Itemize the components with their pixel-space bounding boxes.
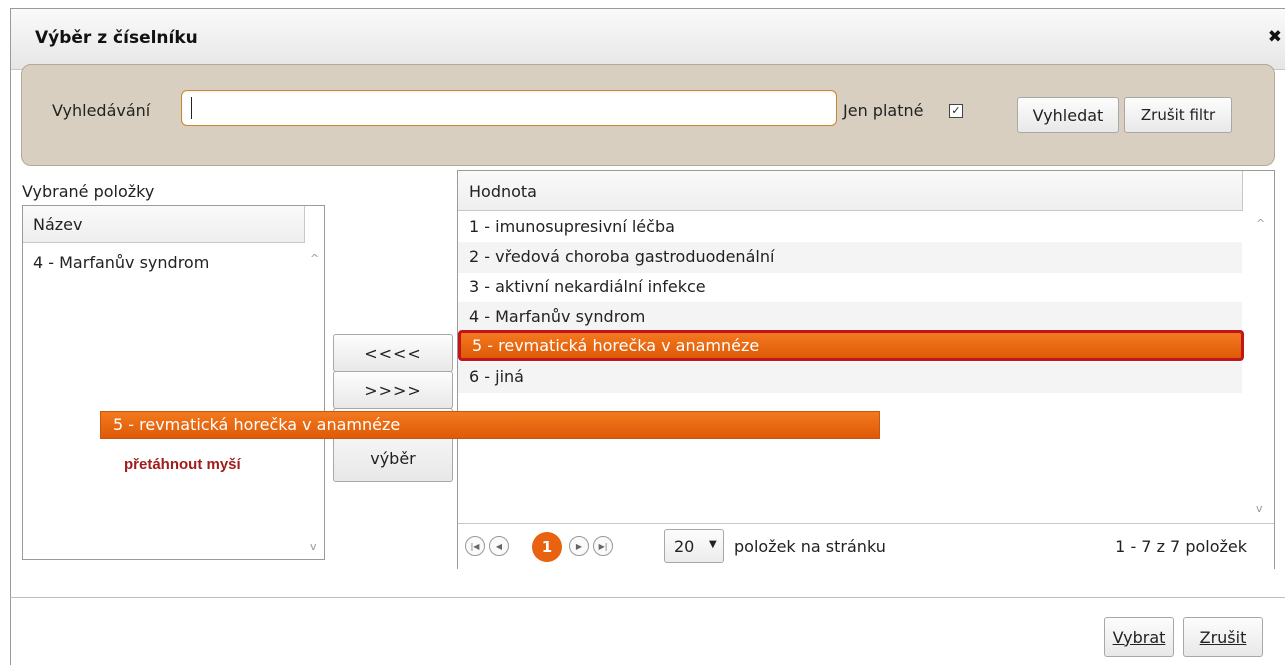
- pager: |◀ ◀ 1 ▶ ▶| 20 ▼ položek na stránku 1 - …: [458, 523, 1274, 569]
- scroll-up-icon[interactable]: ^: [310, 252, 319, 265]
- filter-panel: Vyhledávání Jen platné ✓ Vyhledat Zrušit…: [21, 64, 1275, 166]
- chevron-down-icon: ▼: [709, 539, 717, 550]
- scroll-down-icon[interactable]: v: [1256, 502, 1263, 515]
- selected-item[interactable]: 4 - Marfanův syndrom: [33, 253, 209, 272]
- ok-button[interactable]: Vybrat: [1104, 617, 1174, 657]
- search-button[interactable]: Vyhledat: [1017, 97, 1119, 133]
- last-page-icon[interactable]: ▶|: [593, 536, 613, 556]
- drag-hint: přetáhnout myší: [124, 456, 241, 473]
- first-page-icon[interactable]: |◀: [465, 536, 485, 556]
- search-input[interactable]: [181, 90, 837, 126]
- ok-button-label: Vybrat: [1112, 627, 1166, 647]
- cancel-button-label: Zrušit: [1199, 627, 1247, 647]
- table-row[interactable]: 4 - Marfanův syndrom: [458, 302, 1242, 333]
- current-page[interactable]: 1: [532, 532, 562, 562]
- values-column-label: Hodnota: [469, 182, 537, 201]
- selected-items-grid: Název 4 - Marfanův syndrom ^ v: [22, 205, 325, 560]
- values-column-header[interactable]: Hodnota: [458, 171, 1243, 211]
- page-size-value: 20: [674, 537, 695, 556]
- values-grid: Hodnota 1 - imunosupresivní léčba 2 - vř…: [457, 170, 1275, 569]
- table-row-selected[interactable]: 5 - revmatická horečka v anamnéze: [458, 330, 1244, 361]
- clear-filter-button[interactable]: Zrušit filtr: [1124, 97, 1232, 133]
- move-left-button[interactable]: <<<<: [333, 334, 453, 372]
- per-page-label: položek na stránku: [734, 537, 886, 556]
- next-page-icon[interactable]: ▶: [569, 536, 589, 556]
- selected-column-header[interactable]: Název: [23, 206, 305, 243]
- scroll-up-icon[interactable]: ^: [1256, 217, 1265, 230]
- text-caret: [191, 97, 192, 119]
- search-label: Vyhledávání: [52, 101, 151, 120]
- table-row[interactable]: 2 - vředová choroba gastroduodenální: [458, 242, 1242, 273]
- page-size-select[interactable]: 20 ▼: [664, 529, 724, 563]
- table-row[interactable]: 3 - aktivní nekardiální infekce: [458, 272, 1242, 303]
- dialog-title: Výběr z číselníku: [35, 28, 198, 48]
- table-row[interactable]: 6 - jiná: [458, 362, 1242, 393]
- close-icon[interactable]: ✖: [1268, 27, 1282, 47]
- drag-ghost[interactable]: 5 - revmatická horečka v anamnéze: [100, 411, 880, 439]
- scroll-down-icon[interactable]: v: [310, 540, 317, 553]
- prev-page-icon[interactable]: ◀: [489, 536, 509, 556]
- table-row[interactable]: 1 - imunosupresivní léčba: [458, 212, 1242, 243]
- selected-items-label: Vybrané položky: [22, 182, 155, 201]
- item-range: 1 - 7 z 7 položek: [1115, 537, 1247, 556]
- move-right-button[interactable]: >>>>: [333, 371, 453, 409]
- cancel-button[interactable]: Zrušit: [1183, 617, 1263, 657]
- footer-divider: [10, 597, 1285, 598]
- valid-only-checkbox[interactable]: ✓: [949, 104, 963, 118]
- clear-selection-line2: výběr: [370, 449, 416, 468]
- valid-only-label: Jen platné: [843, 101, 924, 120]
- selected-column-label: Název: [33, 215, 83, 234]
- dialog-titlebar[interactable]: Výběr z číselníku ✖: [11, 9, 1285, 70]
